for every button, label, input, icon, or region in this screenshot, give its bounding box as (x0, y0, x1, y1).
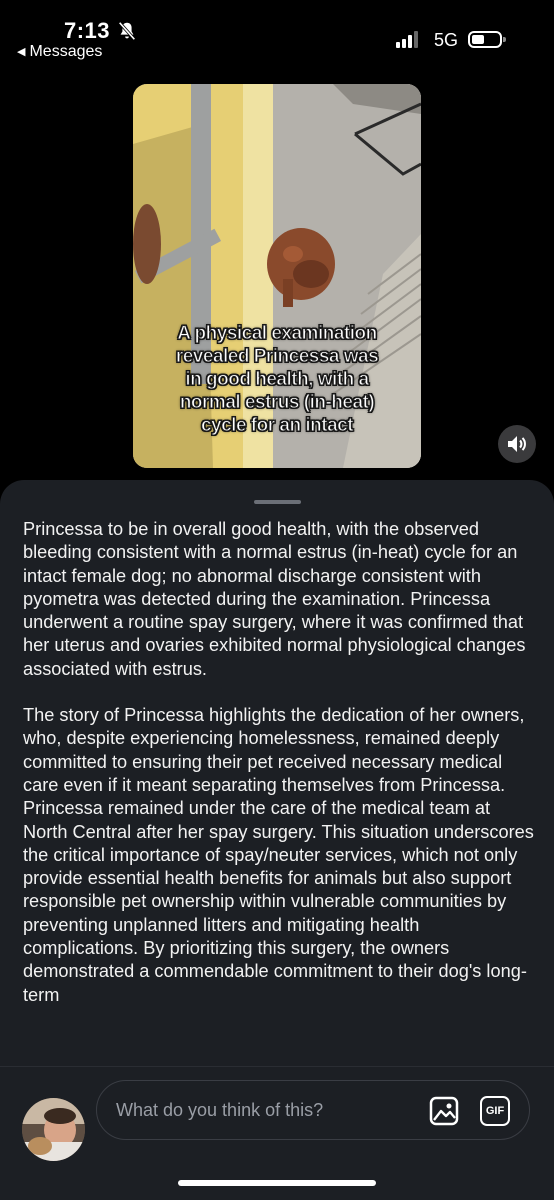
bell-slash-icon (118, 21, 136, 41)
paragraph: The story of Princessa highlights the de… (23, 705, 534, 1005)
description-text[interactable]: Princessa to be in overall good health, … (23, 518, 538, 1066)
sound-toggle-button[interactable] (498, 425, 536, 463)
battery-icon (468, 31, 506, 48)
avatar[interactable] (22, 1098, 85, 1161)
gif-label: GIF (485, 1105, 505, 1117)
avatar-photo (22, 1098, 85, 1161)
description-sheet: Princessa to be in overall good health, … (0, 480, 554, 1200)
video-caption: A physical examination revealed Princess… (133, 322, 421, 437)
paragraph: Princessa to be in overall good health, … (23, 519, 526, 679)
caption-line: revealed Princessa was (175, 346, 379, 368)
network-type: 5G (434, 30, 459, 50)
status-time: 7:13 (64, 18, 111, 43)
speaker-icon (508, 436, 526, 452)
comment-placeholder: What do you think of this? (116, 1100, 324, 1120)
image-icon[interactable] (429, 1096, 459, 1126)
caption-line: A physical examination (177, 323, 378, 345)
status-bar: 7:13 ◀ Messages 5G (0, 0, 554, 70)
gif-button[interactable]: GIF (480, 1096, 510, 1126)
divider (0, 1066, 554, 1067)
comment-input[interactable]: What do you think of this? GIF (96, 1080, 530, 1140)
back-label: Messages (29, 43, 103, 60)
sheet-drag-handle[interactable] (254, 500, 301, 504)
back-arrow-icon: ◀ (17, 46, 26, 58)
caption-line: cycle for an intact (200, 415, 354, 437)
video-player[interactable]: A physical examination revealed Princess… (133, 84, 421, 468)
caption-line: normal estrus (in-heat) (179, 392, 375, 414)
home-indicator (178, 1180, 376, 1186)
back-to-messages-link[interactable]: ◀ Messages (17, 43, 102, 61)
signal-icon (396, 30, 424, 48)
caption-line: in good health, with a (185, 369, 370, 391)
